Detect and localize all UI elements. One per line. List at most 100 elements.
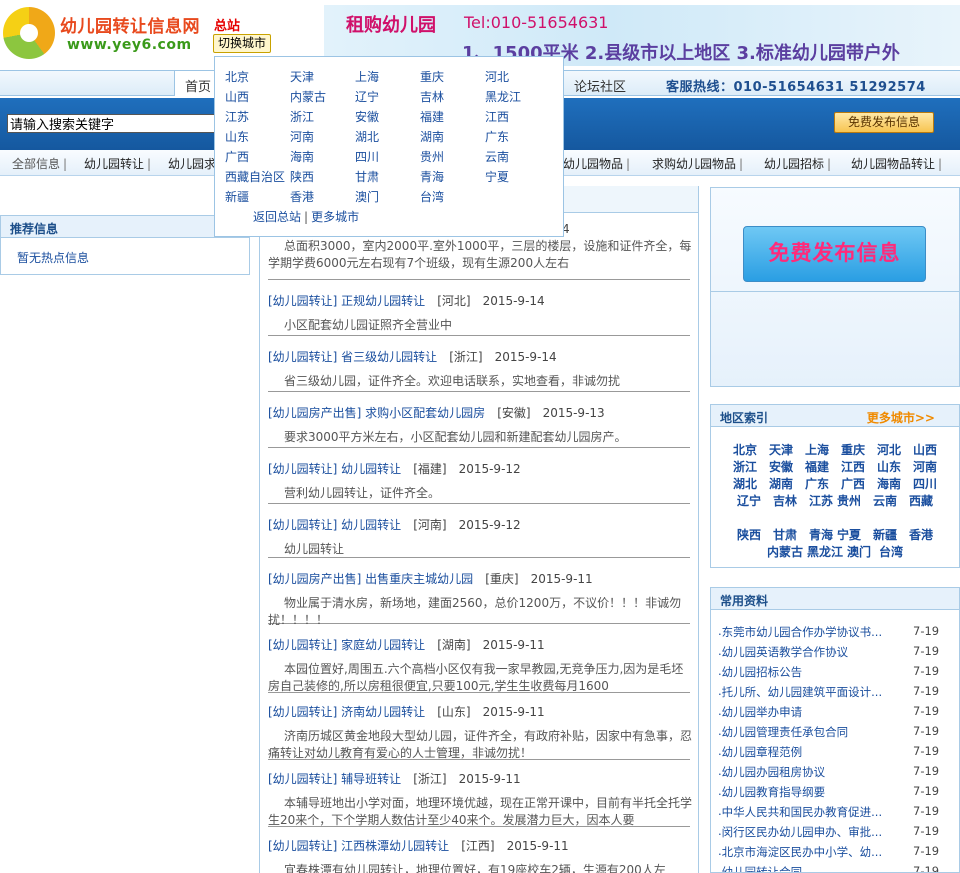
region-link[interactable]: 甘肃 (773, 526, 797, 543)
city-link[interactable]: 辽宁 (355, 88, 379, 105)
post-title[interactable]: [幼儿园转让] 江西株潭幼儿园转让 (268, 839, 449, 853)
city-link[interactable]: 云南 (485, 148, 509, 165)
publish-free-big-button[interactable]: 免费发布信息 (743, 226, 926, 282)
region-link[interactable]: 澳门 (847, 543, 871, 560)
region-link[interactable]: 青海 (809, 526, 833, 543)
back-to-main-link[interactable]: 返回总站 (253, 210, 301, 224)
city-link[interactable]: 山西 (225, 88, 249, 105)
site-logo-title[interactable]: 幼儿园转让信息网 (60, 12, 200, 37)
category-supplies-transfer[interactable]: 幼儿园物品转让 | (851, 155, 942, 172)
city-link[interactable]: 内蒙古 (290, 88, 326, 105)
city-link[interactable]: 台湾 (420, 188, 444, 205)
city-link[interactable]: 吉林 (420, 88, 444, 105)
resource-link[interactable]: 幼儿园举办申请 (722, 704, 897, 720)
resource-link[interactable]: 东莞市幼儿园合作办学协议书... (722, 624, 897, 640)
post-title[interactable]: [幼儿园转让] 家庭幼儿园转让 (268, 638, 425, 652)
city-link[interactable]: 福建 (420, 108, 444, 125)
region-link[interactable]: 吉林 (773, 492, 797, 509)
category-kindergarten-transfer[interactable]: 幼儿园转让 | (84, 155, 151, 172)
resource-link[interactable]: 幼儿园英语教学合作协议 (722, 644, 897, 660)
post-title[interactable]: [幼儿园转让] 济南幼儿园转让 (268, 705, 425, 719)
post-title[interactable]: [幼儿园转让] 幼儿园转让 (268, 518, 401, 532)
region-link[interactable]: 台湾 (879, 543, 903, 560)
city-link[interactable]: 海南 (290, 148, 314, 165)
region-link[interactable]: 云南 (873, 492, 897, 509)
city-link[interactable]: 新疆 (225, 188, 249, 205)
post-title[interactable]: [幼儿园转让] 辅导班转让 (268, 772, 401, 786)
post-title[interactable]: [幼儿园房产出售] 求购小区配套幼儿园房 (268, 406, 485, 420)
region-link[interactable]: 辽宁 (737, 492, 761, 509)
post-title[interactable]: [幼儿园转让] 幼儿园转让 (268, 462, 401, 476)
region-link[interactable]: 香港 (909, 526, 933, 543)
city-link[interactable]: 广东 (485, 128, 509, 145)
category-kindergarten-wanted[interactable]: 幼儿园求 (168, 155, 216, 172)
city-link[interactable]: 江苏 (225, 108, 249, 125)
region-link[interactable]: 海南 (877, 475, 901, 492)
region-link[interactable]: 宁夏 (837, 526, 861, 543)
switch-city-button[interactable]: 切换城市 (213, 34, 272, 53)
city-link[interactable]: 重庆 (420, 68, 444, 85)
category-supplies-wanted[interactable]: 求购幼儿园物品 | (652, 155, 743, 172)
city-link[interactable]: 天津 (290, 68, 314, 85)
city-link[interactable]: 甘肃 (355, 168, 379, 185)
city-link[interactable]: 青海 (420, 168, 444, 185)
region-link[interactable]: 山西 (913, 441, 937, 458)
city-link[interactable]: 宁夏 (485, 168, 509, 185)
region-link[interactable]: 西藏 (909, 492, 933, 509)
logo-icon[interactable] (3, 7, 55, 59)
resource-link[interactable]: 幼儿园章程范例 (722, 744, 897, 760)
city-link[interactable]: 广西 (225, 148, 249, 165)
city-link[interactable]: 山东 (225, 128, 249, 145)
city-link[interactable]: 澳门 (355, 188, 379, 205)
region-link[interactable]: 江苏 (809, 492, 833, 509)
city-link[interactable]: 湖南 (420, 128, 444, 145)
region-link[interactable]: 四川 (913, 475, 937, 492)
region-link[interactable]: 广东 (805, 475, 829, 492)
region-link[interactable]: 福建 (805, 458, 829, 475)
region-link[interactable]: 江西 (841, 458, 865, 475)
category-supplies[interactable]: 幼儿园物品 | (563, 155, 630, 172)
search-input[interactable] (7, 114, 217, 133)
city-link[interactable]: 西藏自治区 (225, 168, 285, 185)
resource-link[interactable]: 幼儿园教育指导纲要 (722, 784, 897, 800)
resource-link[interactable]: 北京市海淀区民办中小学、幼... (722, 844, 897, 860)
city-link[interactable]: 贵州 (420, 148, 444, 165)
city-link[interactable]: 江西 (485, 108, 509, 125)
resource-link[interactable]: 幼儿园管理责任承包合同 (722, 724, 897, 740)
publish-free-button[interactable]: 免费发布信息 (834, 112, 934, 133)
city-link[interactable]: 四川 (355, 148, 379, 165)
region-link[interactable]: 黑龙江 (807, 543, 843, 560)
city-link[interactable]: 河北 (485, 68, 509, 85)
resource-link[interactable]: 幼儿园招标公告 (722, 664, 897, 680)
city-link[interactable]: 浙江 (290, 108, 314, 125)
category-tender[interactable]: 幼儿园招标 | (764, 155, 831, 172)
region-link[interactable]: 陕西 (737, 526, 761, 543)
region-link[interactable]: 贵州 (837, 492, 861, 509)
city-link[interactable]: 黑龙江 (485, 88, 521, 105)
resource-link[interactable]: 闵行区民办幼儿园申办、审批... (722, 824, 897, 840)
category-all[interactable]: 全部信息 | (12, 155, 67, 172)
city-link[interactable]: 香港 (290, 188, 314, 205)
region-link[interactable]: 湖南 (769, 475, 793, 492)
region-link[interactable]: 重庆 (841, 441, 865, 458)
region-link[interactable]: 浙江 (733, 458, 757, 475)
region-link[interactable]: 河南 (913, 458, 937, 475)
post-title[interactable]: [幼儿园转让] 省三级幼儿园转让 (268, 350, 437, 364)
more-cities-link[interactable]: 更多城市 (311, 210, 359, 224)
region-link[interactable]: 内蒙古 (767, 543, 803, 560)
post-title[interactable]: [幼儿园转让] 正规幼儿园转让 (268, 294, 425, 308)
city-link[interactable]: 河南 (290, 128, 314, 145)
region-link[interactable]: 湖北 (733, 475, 757, 492)
region-link[interactable]: 安徽 (769, 458, 793, 475)
site-logo-url[interactable]: www.yey6.com (67, 37, 192, 53)
resource-link[interactable]: 幼儿园办园租房协议 (722, 764, 897, 780)
post-title[interactable]: [幼儿园房产出售] 出售重庆主城幼儿园 (268, 572, 473, 586)
region-link[interactable]: 山东 (877, 458, 901, 475)
city-link[interactable]: 安徽 (355, 108, 379, 125)
city-link[interactable]: 湖北 (355, 128, 379, 145)
region-link[interactable]: 天津 (769, 441, 793, 458)
nav-forum[interactable]: 论坛社区 (574, 76, 626, 95)
city-link[interactable]: 上海 (355, 68, 379, 85)
city-link[interactable]: 陕西 (290, 168, 314, 185)
city-link[interactable]: 北京 (225, 68, 249, 85)
